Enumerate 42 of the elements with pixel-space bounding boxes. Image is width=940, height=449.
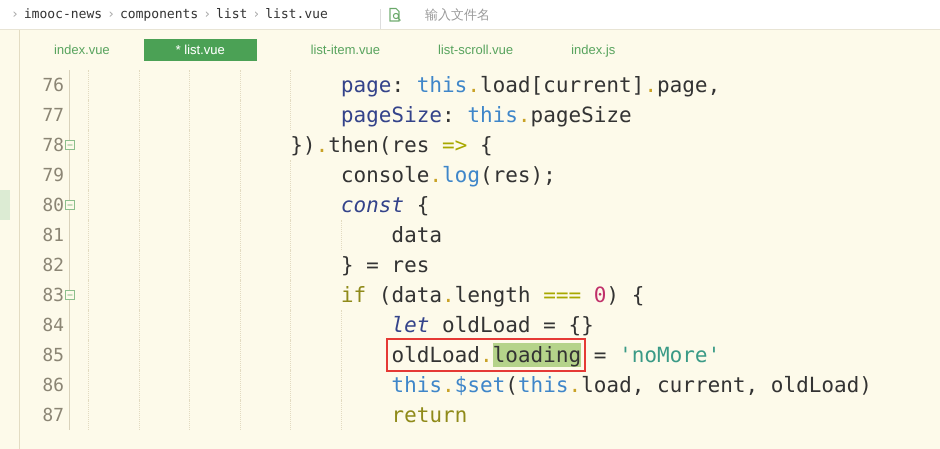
breadcrumb-item[interactable]: list.vue <box>265 4 328 24</box>
code-line: return <box>390 402 468 429</box>
code-line: oldLoad.loading = 'noMore' <box>88 340 720 370</box>
line-number: 83 <box>41 284 64 308</box>
line-number: 80 <box>41 194 64 218</box>
file-tab[interactable]: index.js <box>547 39 640 61</box>
code-line: } = res <box>340 252 430 279</box>
file-search-field[interactable]: 输入文件名 <box>425 4 625 24</box>
file-tab[interactable]: * list.vue <box>144 39 257 61</box>
line-number: 78 <box>41 134 64 158</box>
breadcrumb-separator: › <box>11 6 19 24</box>
breadcrumb-item[interactable]: list <box>216 4 248 24</box>
line-number: 76 <box>41 74 64 98</box>
code-line: }).then(res => { <box>289 132 493 159</box>
file-tab[interactable]: list-scroll.vue <box>414 39 538 61</box>
code-line: this.$set(this.load, current, oldLoad) <box>390 372 872 399</box>
code-line: pageSize: this.pageSize <box>340 102 632 129</box>
code-line: data <box>390 222 442 249</box>
breadcrumb-separator: › <box>203 6 212 24</box>
breadcrumb-separator: › <box>252 6 260 24</box>
line-number: 85 <box>41 344 64 368</box>
line-number: 77 <box>41 104 64 128</box>
file-tab[interactable]: list-item.vue <box>286 39 404 61</box>
code-line: page: this.load[current].page, <box>340 72 720 99</box>
fold-icon[interactable] <box>65 290 75 300</box>
code-line: if (data.length === 0) { <box>340 282 644 309</box>
line-number: 87 <box>41 404 64 428</box>
line-number: 79 <box>41 164 64 188</box>
line-number: 84 <box>41 314 64 338</box>
line-number: 81 <box>41 224 64 248</box>
file-tab[interactable]: index.vue <box>30 39 134 61</box>
code-line: let oldLoad = {} <box>390 312 594 339</box>
fold-icon[interactable] <box>65 200 75 210</box>
breadcrumb-item[interactable]: components <box>120 4 198 24</box>
breadcrumb-separator: › <box>107 6 115 24</box>
file-search-icon <box>387 6 403 22</box>
breadcrumb-item[interactable]: imooc-news <box>24 4 102 24</box>
line-number: 86 <box>41 374 64 398</box>
code-line: const { <box>340 192 430 219</box>
fold-icon[interactable] <box>65 140 75 150</box>
line-number: 82 <box>41 254 64 278</box>
code-line: console.log(res); <box>340 162 556 189</box>
